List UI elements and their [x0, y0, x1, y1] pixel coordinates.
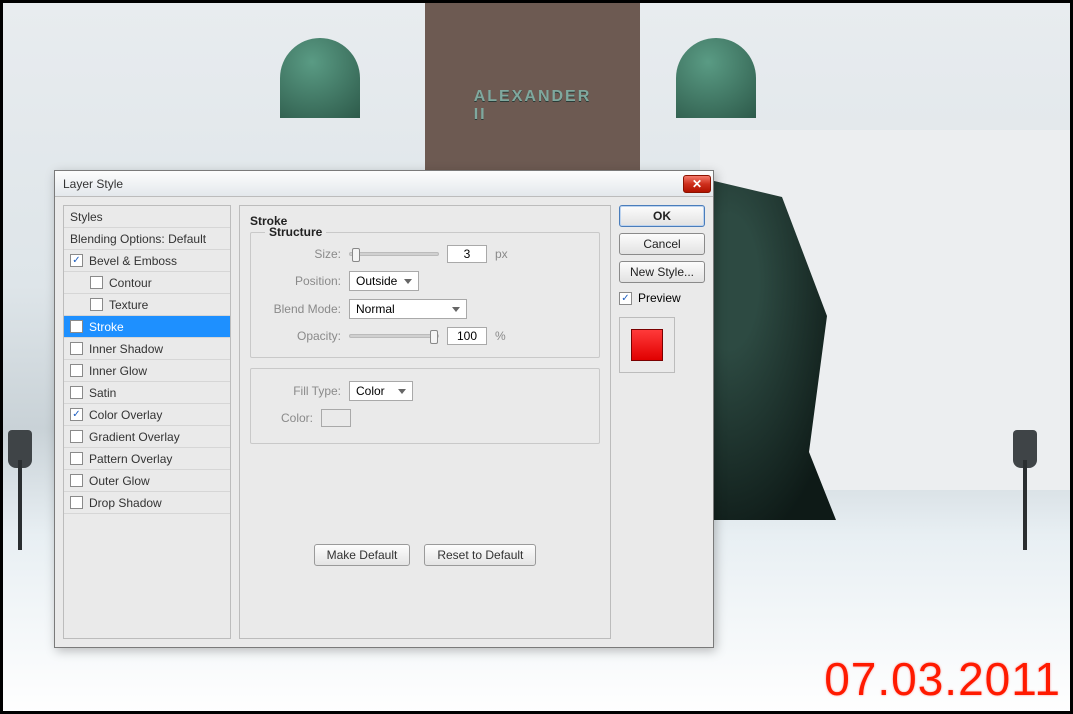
layer-style-dialog: Layer Style ✕ Styles Blending Options: D… [54, 170, 714, 648]
sidebar-item-label: Inner Glow [89, 364, 147, 378]
blendmode-select[interactable]: Normal [349, 299, 467, 319]
sidebar-item-gradient-overlay[interactable]: Gradient Overlay [64, 426, 230, 448]
dialog-right-column: OK Cancel New Style... Preview [619, 205, 705, 639]
dome-right [676, 38, 756, 118]
size-row: Size: 3 px [261, 245, 589, 263]
color-label: Color: [261, 411, 313, 425]
new-style-button[interactable]: New Style... [619, 261, 705, 283]
size-input[interactable]: 3 [447, 245, 487, 263]
sidebar-blending-header[interactable]: Blending Options: Default [64, 228, 230, 250]
sidebar-item-outer-glow[interactable]: Outer Glow [64, 470, 230, 492]
photo-datestamp: 07.03.2011 [824, 652, 1061, 706]
filltype-label: Fill Type: [261, 384, 341, 398]
blendmode-row: Blend Mode: Normal [261, 299, 589, 319]
blendmode-label: Blend Mode: [261, 302, 341, 316]
chevron-down-icon [452, 307, 460, 312]
sidebar-item-satin[interactable]: Satin [64, 382, 230, 404]
sidebar-item-contour[interactable]: Contour [64, 272, 230, 294]
sidebar-item-bevel-emboss[interactable]: Bevel & Emboss [64, 250, 230, 272]
sidebar-item-stroke[interactable]: Stroke [64, 316, 230, 338]
dialog-title: Layer Style [63, 177, 683, 191]
size-label: Size: [261, 247, 341, 261]
sidebar-item-color-overlay[interactable]: Color Overlay [64, 404, 230, 426]
checkbox-icon[interactable] [70, 364, 83, 377]
ok-button[interactable]: OK [619, 205, 705, 227]
sidebar-styles-label: Styles [70, 210, 103, 224]
cancel-button[interactable]: Cancel [619, 233, 705, 255]
sidebar-item-pattern-overlay[interactable]: Pattern Overlay [64, 448, 230, 470]
checkbox-icon[interactable] [90, 276, 103, 289]
sidebar-item-label: Color Overlay [89, 408, 162, 422]
sidebar-item-label: Inner Shadow [89, 342, 163, 356]
size-unit: px [495, 247, 508, 261]
make-default-button[interactable]: Make Default [314, 544, 411, 566]
sidebar-item-label: Outer Glow [89, 474, 150, 488]
structure-fieldset: Structure Size: 3 px Position: Outside [250, 232, 600, 358]
sidebar-item-label: Pattern Overlay [89, 452, 172, 466]
position-select[interactable]: Outside [349, 271, 419, 291]
checkbox-icon[interactable] [70, 386, 83, 399]
stroke-settings-panel: Stroke Structure Size: 3 px Position: Ou… [239, 205, 611, 639]
opacity-unit: % [495, 329, 506, 343]
effects-sidebar: Styles Blending Options: Default Bevel &… [63, 205, 231, 639]
reset-to-default-button[interactable]: Reset to Default [424, 544, 536, 566]
sidebar-item-label: Gradient Overlay [89, 430, 180, 444]
sidebar-item-label: Contour [109, 276, 152, 290]
structure-legend: Structure [265, 225, 326, 239]
sidebar-styles-header[interactable]: Styles [64, 206, 230, 228]
position-label: Position: [261, 274, 341, 288]
opacity-slider[interactable] [349, 334, 439, 338]
sidebar-item-texture[interactable]: Texture [64, 294, 230, 316]
sidebar-item-label: Stroke [89, 320, 124, 334]
sidebar-item-label: Satin [89, 386, 116, 400]
dialog-titlebar[interactable]: Layer Style ✕ [55, 171, 713, 197]
sidebar-blending-label: Blending Options: Default [70, 232, 206, 246]
pedestal-inscription: ALEXANDER II [474, 88, 592, 124]
street-lamp-left [0, 430, 40, 550]
size-slider[interactable] [349, 252, 439, 256]
dome-left [280, 38, 360, 118]
color-picker[interactable] [321, 409, 351, 427]
preview-checkbox[interactable] [619, 292, 632, 305]
checkbox-icon[interactable] [70, 496, 83, 509]
preview-swatch [631, 329, 663, 361]
checkbox-icon[interactable] [90, 298, 103, 311]
checkbox-icon[interactable] [70, 430, 83, 443]
checkbox-icon[interactable] [70, 342, 83, 355]
monument-pedestal: ALEXANDER II [425, 0, 640, 190]
preview-toggle-row: Preview [619, 291, 705, 305]
preview-label: Preview [638, 291, 681, 305]
position-value: Outside [356, 274, 397, 288]
chevron-down-icon [404, 279, 412, 284]
blendmode-value: Normal [356, 302, 395, 316]
checkbox-icon[interactable] [70, 320, 83, 333]
sidebar-item-label: Texture [109, 298, 148, 312]
opacity-row: Opacity: 100 % [261, 327, 589, 345]
checkbox-icon[interactable] [70, 474, 83, 487]
preview-swatch-container [619, 317, 675, 373]
filltype-value: Color [356, 384, 385, 398]
fill-fieldset: Fill Type: Color Color: [250, 368, 600, 444]
street-lamp-right [1005, 430, 1045, 550]
color-row: Color: [261, 409, 589, 427]
sidebar-item-label: Drop Shadow [89, 496, 162, 510]
sidebar-item-inner-shadow[interactable]: Inner Shadow [64, 338, 230, 360]
opacity-label: Opacity: [261, 329, 341, 343]
filltype-row: Fill Type: Color [261, 381, 589, 401]
checkbox-icon[interactable] [70, 254, 83, 267]
sidebar-item-drop-shadow[interactable]: Drop Shadow [64, 492, 230, 514]
checkbox-icon[interactable] [70, 452, 83, 465]
position-row: Position: Outside [261, 271, 589, 291]
close-icon: ✕ [692, 178, 702, 190]
filltype-select[interactable]: Color [349, 381, 413, 401]
sidebar-item-label: Bevel & Emboss [89, 254, 177, 268]
chevron-down-icon [398, 389, 406, 394]
sidebar-item-inner-glow[interactable]: Inner Glow [64, 360, 230, 382]
opacity-input[interactable]: 100 [447, 327, 487, 345]
checkbox-icon[interactable] [70, 408, 83, 421]
close-button[interactable]: ✕ [683, 175, 711, 193]
